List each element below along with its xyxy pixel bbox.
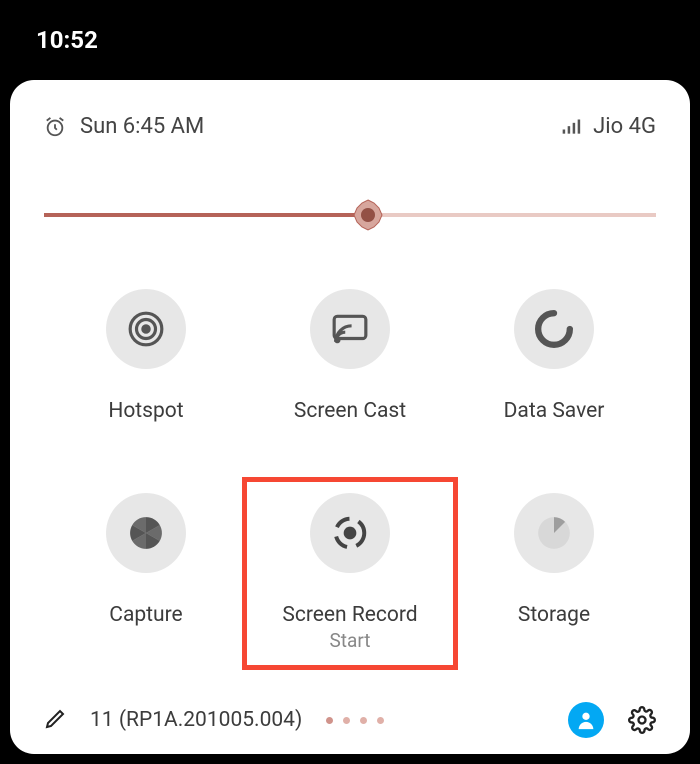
- tile-storage[interactable]: Storage: [454, 493, 654, 652]
- alarm-icon: [44, 116, 66, 138]
- tile-label: Screen Cast: [294, 399, 406, 423]
- status-bar: 10:52: [0, 0, 700, 80]
- tile-capture[interactable]: Capture: [46, 493, 246, 652]
- profile-button[interactable]: [568, 702, 604, 738]
- tile-label: Capture: [109, 603, 182, 627]
- tile-hotspot[interactable]: Hotspot: [46, 289, 246, 423]
- status-time: 10:52: [36, 26, 98, 54]
- slider-fill: [44, 213, 368, 217]
- tile-screencast[interactable]: Screen Cast: [250, 289, 450, 423]
- page-dot: [377, 717, 384, 724]
- page-dot: [360, 717, 367, 724]
- storage-icon: [514, 493, 594, 573]
- os-version-label: 11 (RP1A.201005.004): [90, 708, 302, 732]
- hotspot-icon: [106, 289, 186, 369]
- page-indicator: [326, 717, 384, 724]
- header-left: Sun 6:45 AM: [44, 114, 204, 139]
- tile-label: Data Saver: [504, 399, 605, 423]
- carrier-label: Jio 4G: [593, 114, 656, 139]
- tile-sublabel: Start: [330, 629, 371, 652]
- tile-screenrecord[interactable]: Screen RecordStart: [250, 493, 450, 652]
- panel-footer: 11 (RP1A.201005.004): [44, 702, 656, 738]
- tile-datasaver[interactable]: Data Saver: [454, 289, 654, 423]
- panel-header: Sun 6:45 AM Jio 4G: [44, 114, 656, 139]
- tile-label: Screen Record: [282, 603, 417, 627]
- settings-button[interactable]: [628, 706, 656, 734]
- datasaver-icon: [514, 289, 594, 369]
- header-right: Jio 4G: [561, 114, 656, 139]
- quicksettings-panel: Sun 6:45 AM Jio 4G HotspotScreen CastD: [10, 80, 690, 754]
- edit-button[interactable]: [44, 706, 68, 734]
- tiles-grid: Hotspot Screen Cast Data Saver Capture Scree…: [44, 289, 656, 652]
- capture-icon: [106, 493, 186, 573]
- signal-icon: [561, 117, 581, 137]
- tile-label: Hotspot: [108, 399, 183, 423]
- brightness-slider[interactable]: [44, 201, 656, 229]
- page-dot: [343, 717, 350, 724]
- tile-label: Storage: [518, 603, 590, 627]
- page-dot: [326, 717, 333, 724]
- screenrecord-icon: [310, 493, 390, 573]
- slider-thumb[interactable]: [352, 199, 384, 231]
- panel-date-time: Sun 6:45 AM: [80, 114, 204, 139]
- screencast-icon: [310, 289, 390, 369]
